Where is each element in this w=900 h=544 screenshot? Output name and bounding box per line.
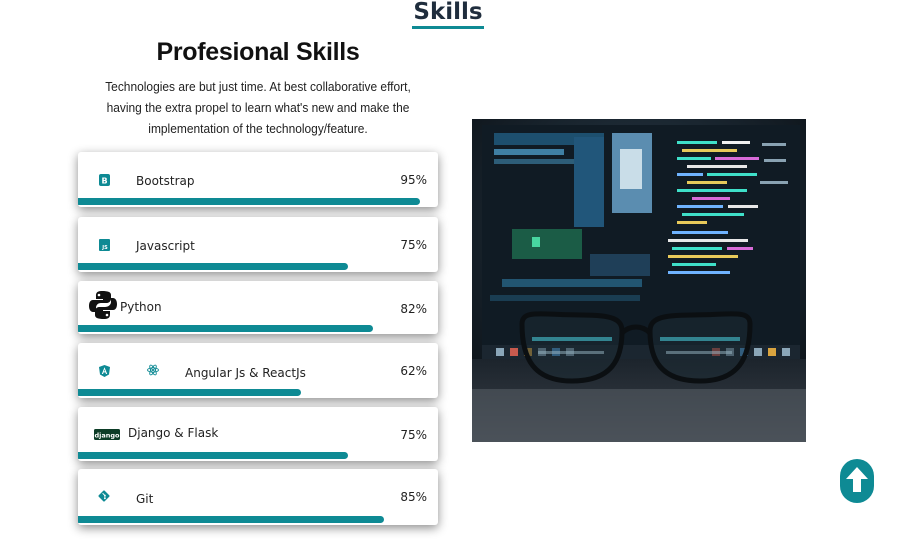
python-icon [89, 291, 117, 319]
bootstrap-icon: B [99, 174, 110, 186]
skill-progress-bar [78, 516, 384, 523]
arrow-up-icon [846, 467, 868, 492]
svg-text:B: B [101, 177, 107, 186]
skill-card-python: Python 82% [78, 281, 438, 334]
skill-progress-bar [78, 325, 374, 332]
git-icon [98, 490, 110, 502]
skill-percent: 62% [400, 364, 427, 378]
skill-name: Javascript [136, 239, 195, 253]
angular-icon [99, 365, 110, 377]
skill-name: Git [136, 492, 154, 506]
scroll-to-top-button[interactable] [840, 459, 874, 503]
svg-text:django: django [94, 432, 120, 440]
code-screen-glasses-image [472, 119, 806, 442]
section-title: Skills [0, 0, 896, 29]
skill-card-javascript: JS Javascript 75% [78, 217, 438, 272]
skill-card-bootstrap: B Bootstrap 95% [78, 152, 438, 207]
skill-card-angular-react: Angular Js & ReactJs 62% [78, 343, 438, 398]
django-icon: django [88, 415, 126, 453]
skill-percent: 82% [400, 302, 427, 316]
skill-card-git: Git 85% [78, 469, 438, 525]
javascript-icon: JS [99, 239, 110, 251]
skill-percent: 75% [400, 428, 427, 442]
skill-progress-bar [78, 452, 348, 459]
skill-progress-bar [78, 198, 420, 205]
code-screen-illustration [472, 119, 806, 442]
skill-progress-bar [78, 263, 348, 270]
svg-text:JS: JS [101, 245, 108, 251]
skill-percent: 85% [400, 490, 427, 504]
profesional-skills-heading: Profesional Skills [156, 38, 360, 66]
skill-name: Python [120, 300, 162, 314]
skill-name: Angular Js & ReactJs [185, 366, 306, 380]
skill-progress-bar [78, 389, 302, 396]
skill-name: Django & Flask [128, 426, 219, 440]
react-icon [147, 364, 159, 376]
skill-card-django-flask: django Django & Flask 75% [78, 407, 438, 461]
skill-percent: 95% [400, 173, 427, 187]
skills-description: Technologies are but just time. At best … [105, 79, 411, 136]
skill-percent: 75% [400, 238, 427, 252]
skill-name: Bootstrap [136, 174, 195, 188]
section-title-text: Skills [412, 0, 484, 29]
